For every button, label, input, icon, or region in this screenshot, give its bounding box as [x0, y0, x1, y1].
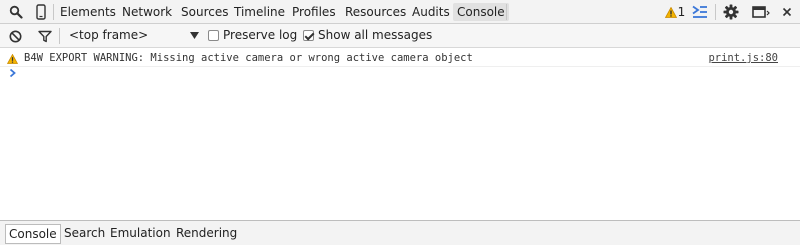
tab-audits[interactable]: Audits	[408, 3, 454, 21]
show-all-messages-label: Show all messages	[318, 28, 433, 42]
context-select[interactable]: <top frame>	[64, 24, 204, 48]
show-all-messages-checkbox[interactable]	[303, 30, 314, 41]
device-mode-icon[interactable]	[34, 0, 48, 24]
divider	[715, 4, 716, 20]
tab-resources[interactable]: Resources	[341, 3, 410, 21]
tab-timeline[interactable]: Timeline	[230, 3, 289, 21]
filter-icon[interactable]	[37, 24, 53, 48]
search-icon[interactable]	[8, 0, 24, 24]
warning-count: 1	[677, 5, 686, 19]
tab-profiles[interactable]: Profiles	[288, 3, 340, 21]
tab-sources[interactable]: Sources	[177, 3, 232, 21]
drawer-tab-search[interactable]: Search	[61, 224, 108, 244]
tab-elements[interactable]: Elements	[56, 3, 120, 21]
divider	[59, 28, 60, 44]
drawer-tab-console[interactable]: Console	[5, 224, 61, 244]
gear-icon[interactable]	[722, 0, 740, 24]
preserve-log-label: Preserve log	[223, 28, 298, 42]
console-toolbar: <top frame> Preserve log Show all messag…	[0, 24, 800, 48]
chevron-down-icon	[190, 32, 199, 39]
warning-icon	[7, 54, 18, 64]
console-message-warning: B4W EXPORT WARNING: Missing active camer…	[0, 50, 800, 67]
drawer-toggle-icon[interactable]	[691, 0, 709, 24]
dock-icon[interactable]	[751, 0, 771, 24]
drawer-tab-rendering[interactable]: Rendering	[173, 224, 240, 244]
warning-counter[interactable]: 1	[664, 0, 686, 24]
console-prompt[interactable]	[9, 67, 19, 81]
devtools-tab-bar: Elements Network Sources Timeline Profil…	[0, 0, 800, 24]
drawer-tab-emulation[interactable]: Emulation	[107, 224, 174, 244]
tab-console[interactable]: Console	[453, 3, 509, 21]
drawer-tab-bar: Console Search Emulation Rendering	[0, 220, 800, 245]
console-message-source-link[interactable]: print.js:80	[708, 52, 778, 64]
context-select-value: <top frame>	[69, 28, 149, 42]
console-message-text: B4W EXPORT WARNING: Missing active camer…	[24, 52, 473, 64]
clear-icon[interactable]	[7, 24, 23, 48]
divider	[506, 4, 507, 20]
close-icon[interactable]	[780, 0, 794, 24]
preserve-log-checkbox[interactable]	[208, 30, 219, 41]
divider	[53, 4, 54, 20]
chevron-right-icon	[9, 68, 16, 78]
warning-icon	[664, 6, 677, 18]
tab-network[interactable]: Network	[118, 3, 176, 21]
